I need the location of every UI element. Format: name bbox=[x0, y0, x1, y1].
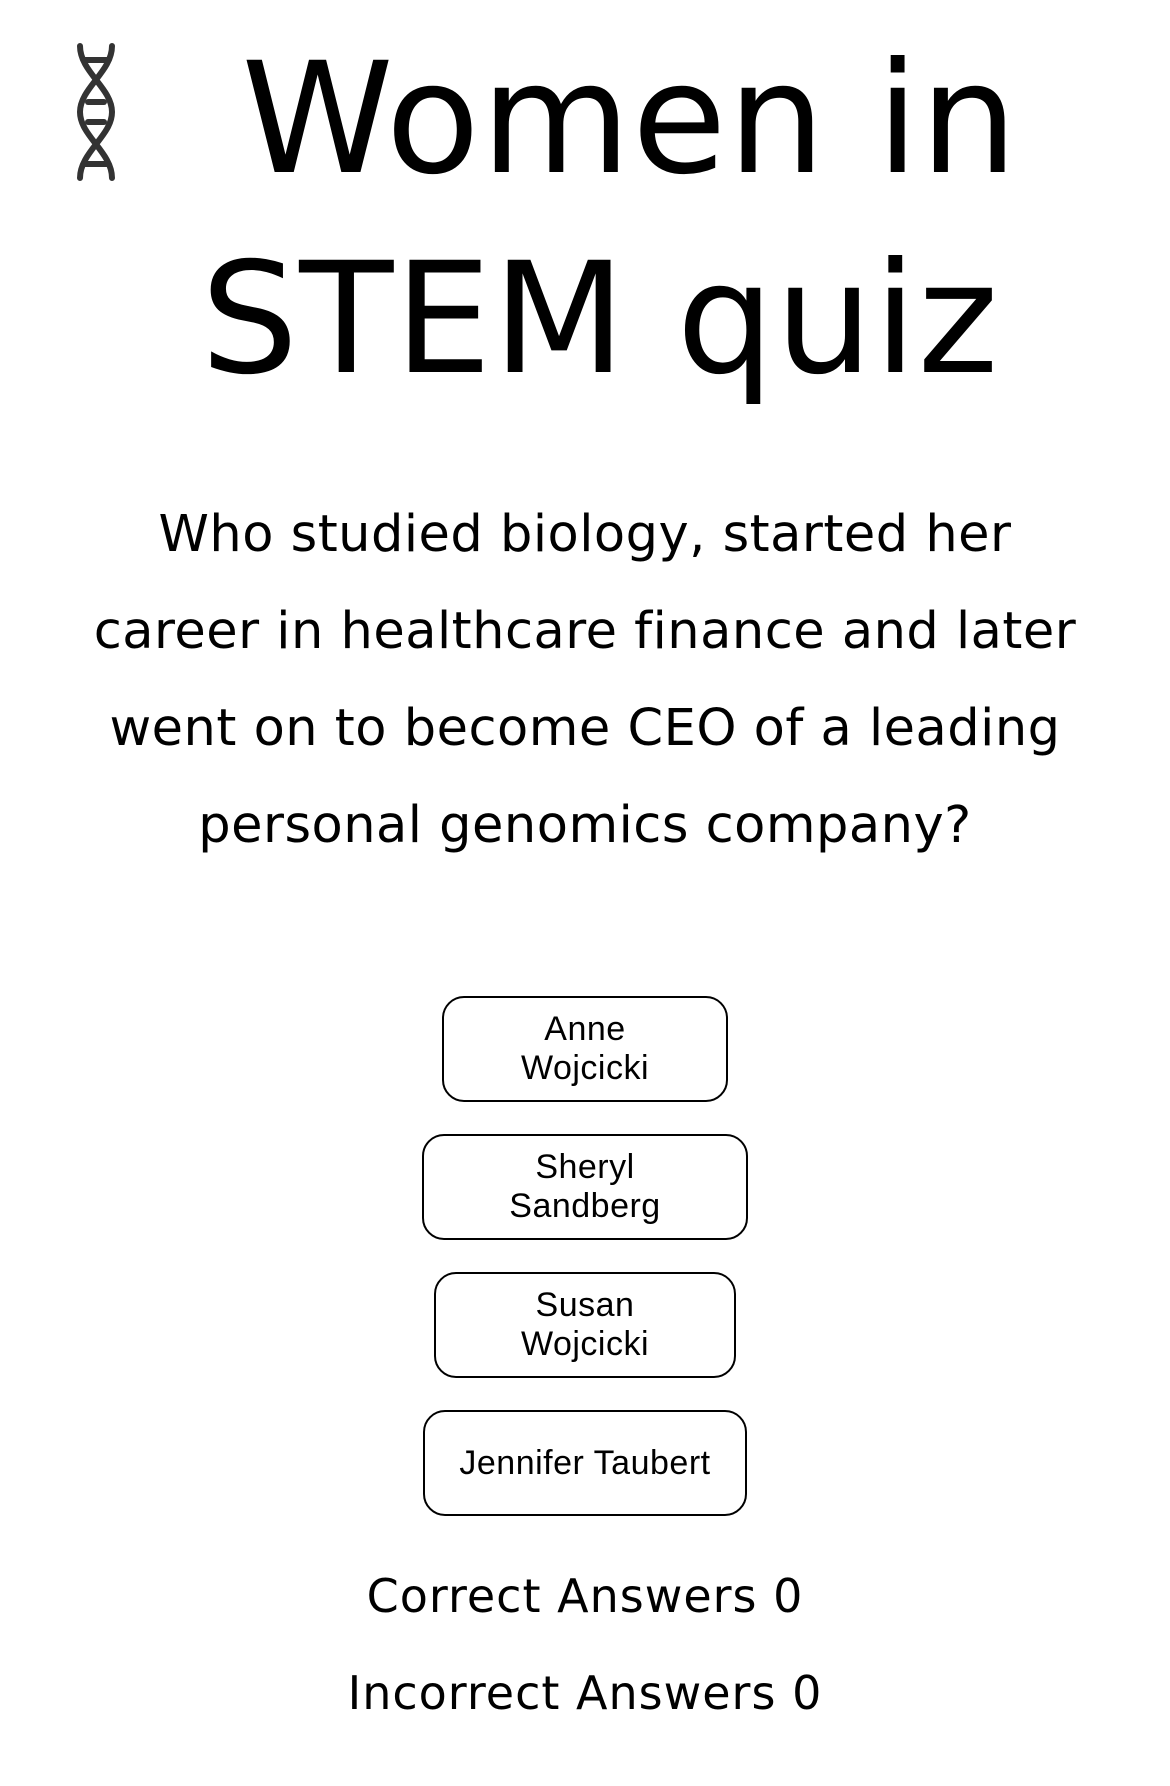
header: Women in STEM quiz bbox=[60, 20, 1140, 420]
incorrect-answers-count: 0 bbox=[792, 1666, 823, 1720]
score-summary: Correct Answers 0 Incorrect Answers 0 bbox=[0, 1548, 1170, 1742]
answer-list: Anne Wojcicki Sheryl Sandberg Susan Wojc… bbox=[0, 996, 1170, 1516]
answer-button-sheryl-sandberg[interactable]: Sheryl Sandberg bbox=[422, 1134, 748, 1240]
answer-button-susan-wojcicki[interactable]: Susan Wojcicki bbox=[434, 1272, 736, 1378]
correct-answers-count: 0 bbox=[773, 1569, 804, 1623]
correct-answers-label: Correct Answers bbox=[366, 1569, 758, 1623]
answer-button-anne-wojcicki[interactable]: Anne Wojcicki bbox=[442, 996, 728, 1102]
page-title: Women in STEM quiz bbox=[200, 30, 1019, 409]
correct-answers-line: Correct Answers 0 bbox=[0, 1548, 1170, 1645]
incorrect-answers-line: Incorrect Answers 0 bbox=[0, 1645, 1170, 1742]
incorrect-answers-label: Incorrect Answers bbox=[347, 1666, 777, 1720]
question-text: Who studied biology, started her career … bbox=[93, 505, 1077, 855]
answer-button-jennifer-taubert[interactable]: Jennifer Taubert bbox=[423, 1410, 747, 1516]
